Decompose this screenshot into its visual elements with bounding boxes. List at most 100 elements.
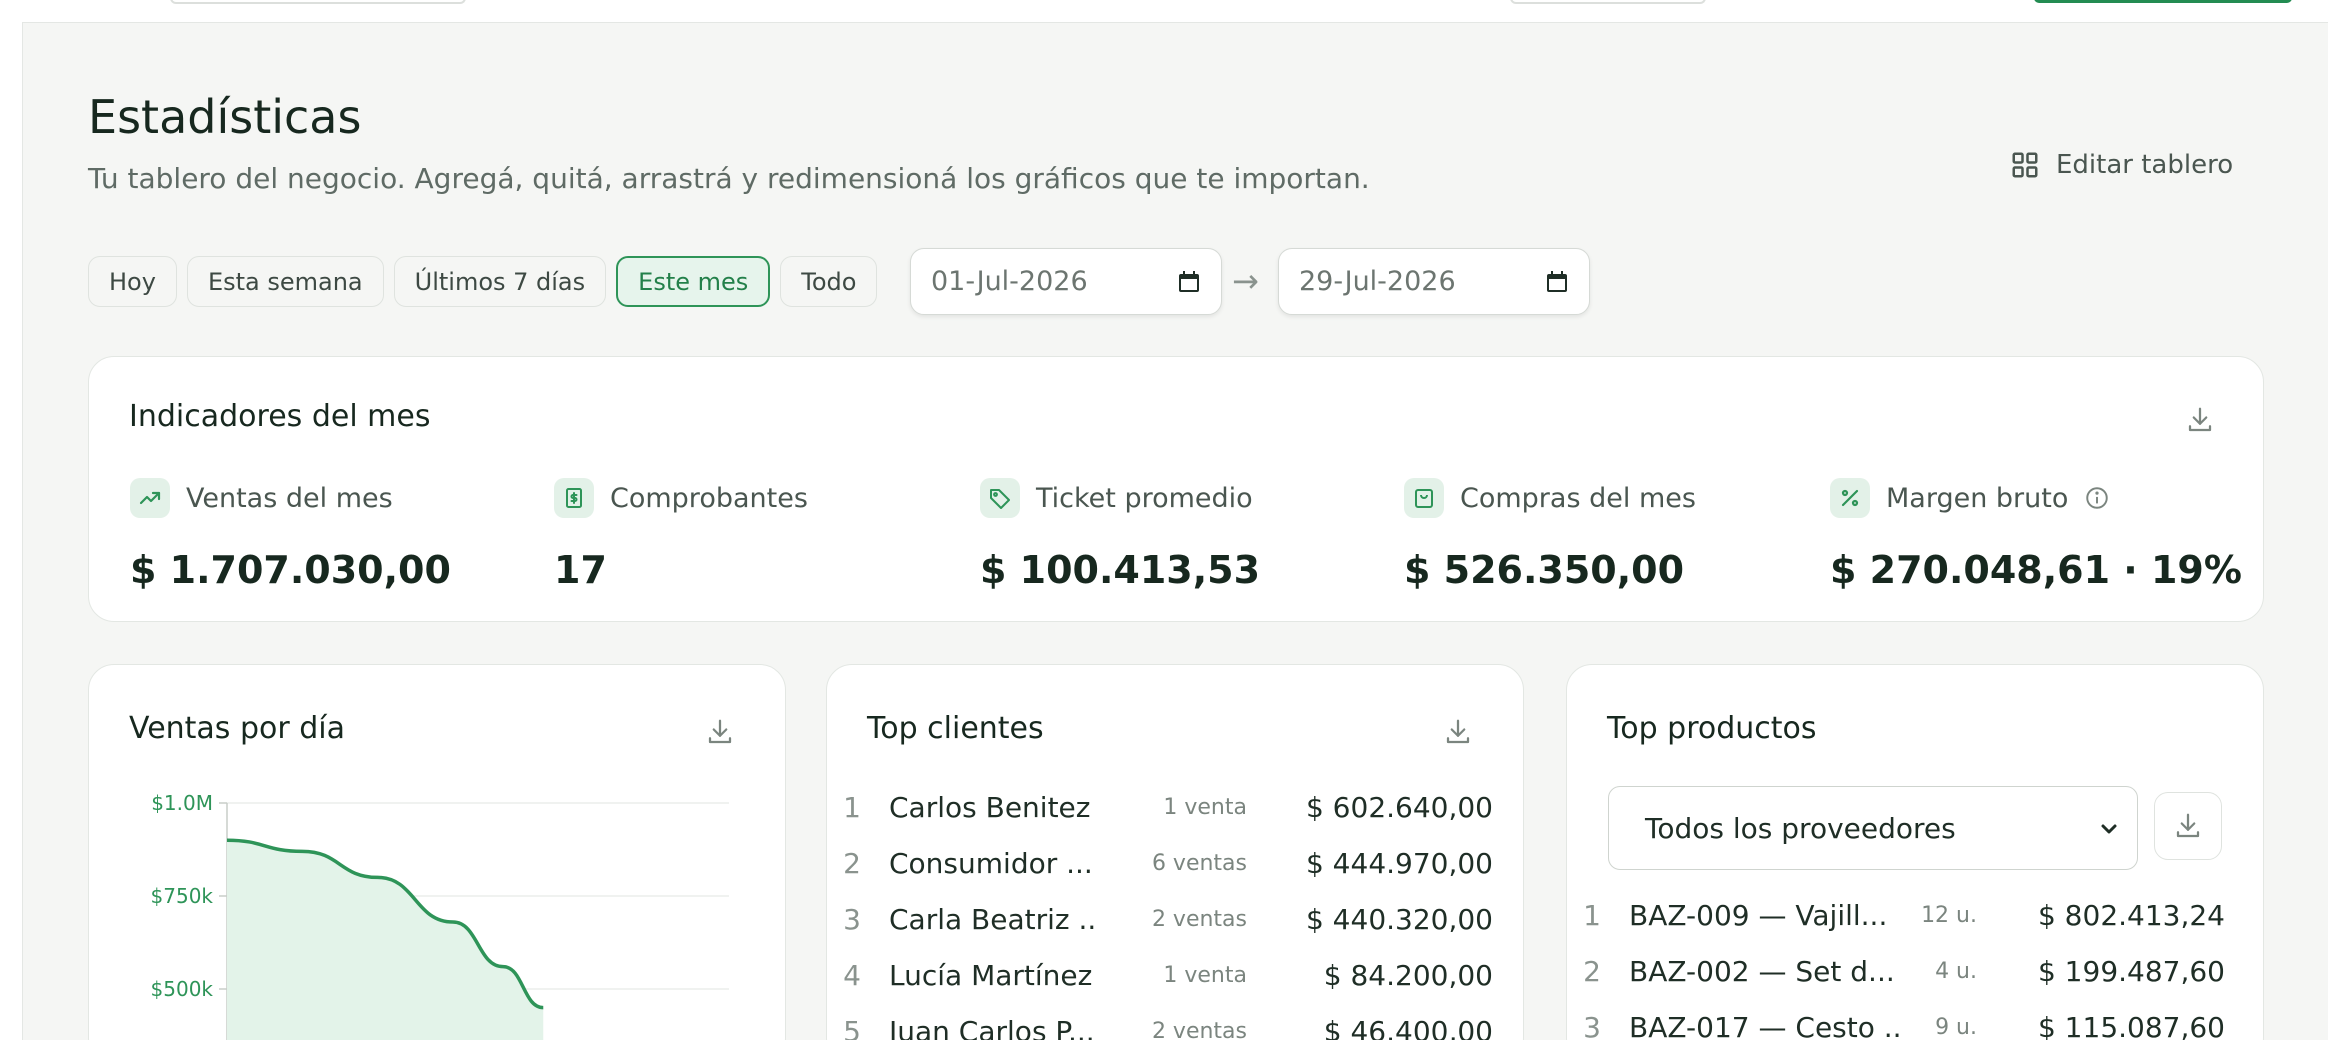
- list-item-amount: $ 802.413,24: [2037, 898, 2225, 932]
- top-bar: [22, 0, 2328, 23]
- trending-up-icon: [130, 478, 170, 518]
- kpi-value: $ 526.350,00: [1404, 548, 1685, 592]
- list-item-name: BAZ-009 — Vajill...: [1629, 898, 1888, 932]
- chevron-down-icon: [2101, 824, 2117, 834]
- date-from-value: 01-Jul-2026: [931, 266, 1088, 297]
- list-item-rank: 1: [843, 790, 861, 824]
- list-item-amount: $ 115.087,60: [2037, 1010, 2225, 1040]
- y-tick-label: $750k: [151, 884, 214, 908]
- date-from-input[interactable]: 01-Jul-2026: [910, 248, 1222, 315]
- list-item[interactable]: 4 Lucía Martínez 1 venta $ 84.200,00: [827, 947, 1523, 1003]
- series-area: [227, 840, 544, 1040]
- list-item-count: 6 ventas: [1151, 850, 1247, 876]
- list-item[interactable]: 2 Consumidor ... 6 ventas $ 444.970,00: [827, 835, 1523, 891]
- chip-este-mes[interactable]: Este mes: [616, 256, 771, 307]
- y-tick-label: $500k: [151, 977, 214, 1001]
- list-item-name: BAZ-002 — Set d...: [1629, 954, 1895, 988]
- list-item-rank: 2: [843, 846, 861, 880]
- list-item-count: 4 u.: [1935, 958, 1977, 984]
- kpi-value: 17: [554, 548, 607, 592]
- kpi-ventas-del-mes: Ventas del mes $ 1.707.030,00: [130, 478, 451, 592]
- kpi-label: Ticket promedio: [1036, 482, 1253, 514]
- list-item-count: 9 u.: [1935, 1014, 1977, 1040]
- list-item-name: Consumidor ...: [889, 846, 1093, 880]
- kpi-value: $ 100.413,53: [980, 548, 1261, 592]
- left-rail: [0, 0, 23, 1040]
- kpi-label: Compras del mes: [1460, 482, 1696, 514]
- list-item-amount: $ 199.487,60: [2037, 954, 2225, 988]
- kpi-value: $ 270.048,61 · 19%: [1830, 548, 2242, 592]
- calendar-icon[interactable]: [1177, 270, 1201, 294]
- kpi-card-title: Indicadores del mes: [129, 399, 431, 434]
- kpi-value: $ 1.707.030,00: [130, 548, 451, 592]
- chip-hoy[interactable]: Hoy: [88, 256, 177, 307]
- kpi-margen-bruto: Margen bruto $ 270.048,61 · 19%: [1830, 478, 2242, 592]
- download-icon[interactable]: [2185, 405, 2215, 435]
- list-item-count: 1 venta: [1163, 794, 1247, 820]
- page-title: Estadísticas: [88, 90, 362, 144]
- top-search-field[interactable]: [170, 0, 466, 4]
- top-primary-button[interactable]: [2034, 0, 2292, 3]
- list-item[interactable]: 5 Juan Carlos P... 2 ventas $ 46.400,00: [827, 1003, 1523, 1040]
- calendar-icon[interactable]: [1545, 270, 1569, 294]
- list-item-rank: 5: [843, 1014, 861, 1040]
- list-item-name: Lucía Martínez: [889, 958, 1093, 992]
- info-icon[interactable]: [2084, 485, 2110, 511]
- list-item-rank: 1: [1583, 898, 1601, 932]
- download-icon[interactable]: [1443, 717, 1473, 747]
- kpi-ticket-promedio: Ticket promedio $ 100.413,53: [980, 478, 1260, 592]
- chip-todo[interactable]: Todo: [780, 256, 878, 307]
- grid-icon: [2012, 152, 2038, 178]
- list-item-amount: $ 444.970,00: [1305, 846, 1493, 880]
- date-range-arrow: →: [1232, 262, 1259, 300]
- list-item-count: 2 ventas: [1151, 906, 1247, 932]
- list-item-rank: 4: [843, 958, 861, 992]
- period-chips: Hoy Esta semana Últimos 7 días Este mes …: [88, 256, 878, 307]
- y-tick-label: $1.0M: [151, 791, 213, 815]
- list-item-rank: 3: [1583, 1010, 1601, 1040]
- list-item[interactable]: 1 BAZ-009 — Vajill... 12 u. $ 802.413,24: [1567, 887, 2263, 943]
- list-item[interactable]: 3 Carla Beatriz ... 2 ventas $ 440.320,00: [827, 891, 1523, 947]
- kpi-comprobantes: Comprobantes 17: [554, 478, 808, 592]
- kpi-label: Ventas del mes: [186, 482, 393, 514]
- percent-icon: [1830, 478, 1870, 518]
- date-to-value: 29-Jul-2026: [1299, 266, 1456, 297]
- list-item-count: 1 venta: [1163, 962, 1247, 988]
- page-subtitle: Tu tablero del negocio. Agregá, quitá, a…: [88, 162, 1370, 195]
- top-clientes-card: Top clientes 1 Carlos Benitez 1 venta $ 602…: [826, 664, 1524, 1040]
- ventas-chart: $1.0M $750k $500k: [151, 791, 729, 1040]
- shopping-bag-icon: [1404, 478, 1444, 518]
- list-item-amount: $ 84.200,00: [1323, 958, 1493, 992]
- kpi-label: Margen bruto: [1886, 482, 2069, 514]
- list-item-count: 12 u.: [1921, 902, 1977, 928]
- kpi-compras-del-mes: Compras del mes $ 526.350,00: [1404, 478, 1696, 592]
- top-productos-title: Top productos: [1607, 711, 1817, 746]
- edit-board-label: Editar tablero: [2056, 150, 2234, 180]
- list-item[interactable]: 1 Carlos Benitez 1 venta $ 602.640,00: [827, 779, 1523, 835]
- download-icon: [2176, 813, 2200, 838]
- tag-icon: [980, 478, 1020, 518]
- chip-ultimos-7-dias[interactable]: Últimos 7 días: [393, 256, 607, 307]
- list-item-amount: $ 440.320,00: [1305, 902, 1493, 936]
- receipt-icon: [554, 478, 594, 518]
- kpi-label: Comprobantes: [610, 482, 808, 514]
- list-item[interactable]: 3 BAZ-017 — Cesto ... 9 u. $ 115.087,60: [1567, 999, 2263, 1040]
- chip-esta-semana[interactable]: Esta semana: [186, 256, 384, 307]
- list-item-amount: $ 602.640,00: [1305, 790, 1493, 824]
- proveedor-select-value: Todos los proveedores: [1645, 811, 1956, 845]
- list-item-name: Juan Carlos P...: [889, 1014, 1095, 1040]
- date-to-input[interactable]: 29-Jul-2026: [1278, 248, 1590, 315]
- proveedor-select[interactable]: Todos los proveedores: [1608, 786, 2138, 870]
- list-item-count: 2 ventas: [1151, 1018, 1247, 1040]
- list-item-name: BAZ-017 — Cesto ...: [1629, 1010, 1899, 1040]
- top-productos-download-button[interactable]: [2154, 792, 2222, 860]
- list-item-name: Carla Beatriz ...: [889, 902, 1095, 936]
- top-secondary-button[interactable]: [1510, 0, 1706, 4]
- edit-board-button[interactable]: Editar tablero: [2010, 150, 2233, 180]
- list-item-rank: 3: [843, 902, 861, 936]
- list-item[interactable]: 2 BAZ-002 — Set d... 4 u. $ 199.487,60: [1567, 943, 2263, 999]
- top-clientes-title: Top clientes: [867, 711, 1044, 746]
- ventas-por-dia-card: Ventas por día $1.0M $750k $500k: [88, 664, 786, 1040]
- list-item-amount: $ 46.400,00: [1323, 1014, 1493, 1040]
- list-item-name: Carlos Benitez: [889, 790, 1091, 824]
